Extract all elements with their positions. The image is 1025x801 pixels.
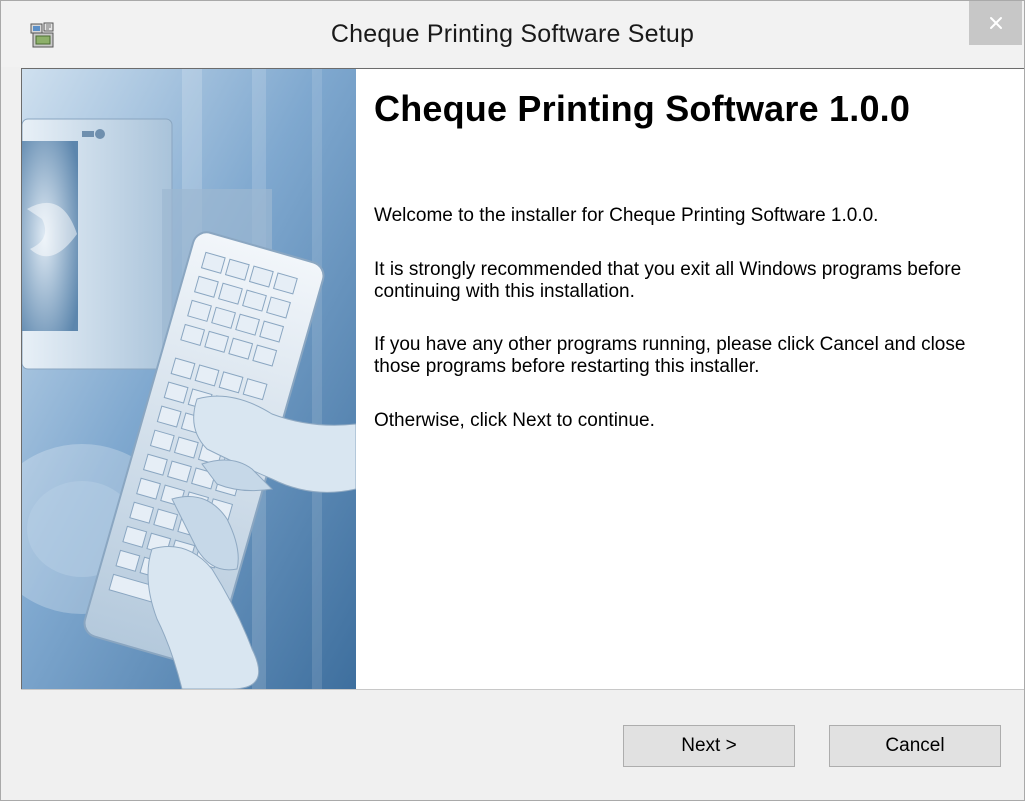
- next-button[interactable]: Next >: [623, 725, 795, 767]
- close-icon: [989, 17, 1002, 29]
- title-bar[interactable]: Cheque Printing Software Setup: [1, 1, 1024, 67]
- close-button[interactable]: [969, 1, 1022, 45]
- cancel-instruction-paragraph: If you have any other programs running, …: [374, 334, 966, 377]
- window-title: Cheque Printing Software Setup: [330, 20, 695, 48]
- cancel-button[interactable]: Cancel: [829, 725, 1001, 767]
- welcome-text-area: Cheque Printing Software 1.0.0 Welcome t…: [374, 69, 1004, 431]
- welcome-paragraph: Welcome to the installer for Cheque Prin…: [374, 205, 879, 226]
- installer-window: Cheque Printing Software Setup Cheque Pr…: [0, 0, 1025, 801]
- computer-keyboard-hands-illustration: [22, 69, 356, 689]
- exit-programs-paragraph: It is strongly recommended that you exit…: [374, 259, 962, 302]
- product-heading: Cheque Printing Software 1.0.0: [374, 88, 911, 129]
- side-image: [22, 69, 356, 689]
- next-instruction-paragraph: Otherwise, click Next to continue.: [374, 410, 655, 431]
- welcome-panel: Cheque Printing Software 1.0.0 Welcome t…: [21, 68, 1024, 689]
- footer-divider: [21, 689, 1024, 690]
